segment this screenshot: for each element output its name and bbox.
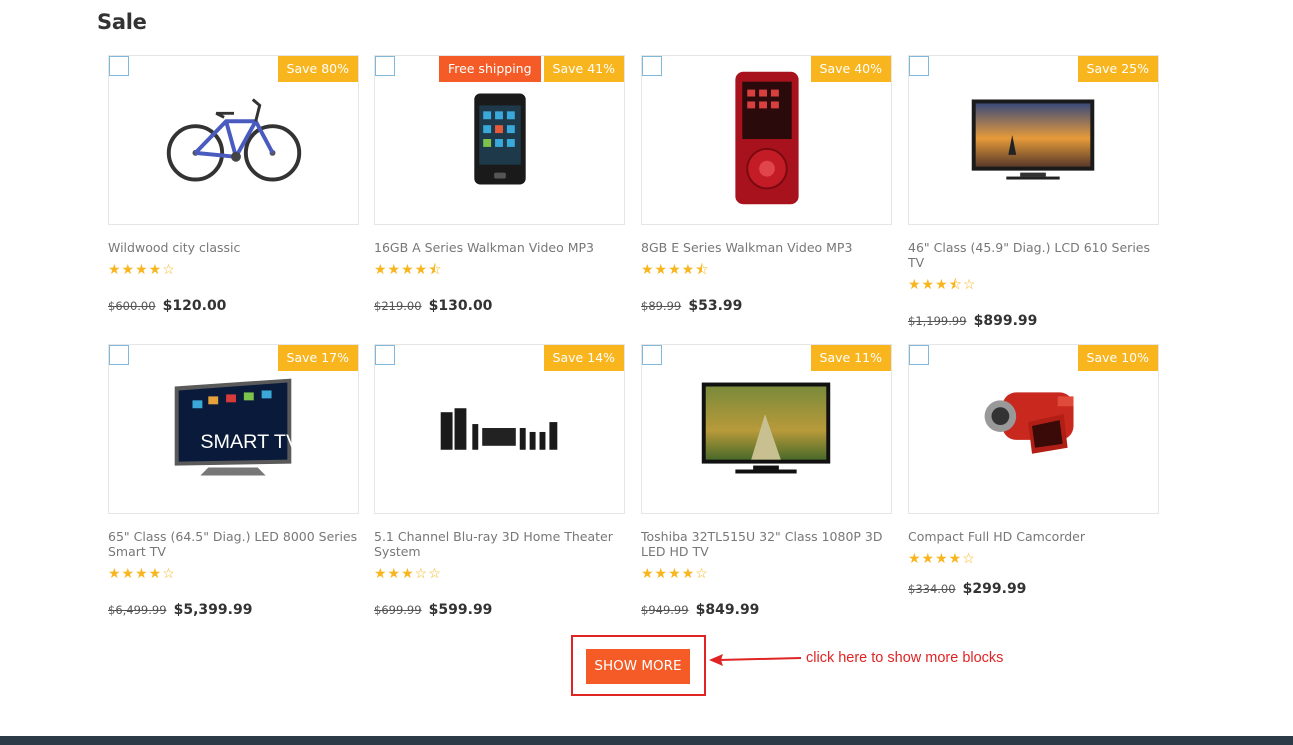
show-more-button[interactable]: SHOW MORE [586,649,690,684]
rating-stars: ★★★★⯪ [374,261,443,277]
old-price: $6,499.99 [108,603,167,617]
product-thumbnail[interactable]: Save 40% [641,55,892,225]
sale-price: $299.99 [962,581,1027,597]
save-badge: Save 41% [543,56,624,82]
sale-price: $120.00 [162,298,227,314]
sale-price: $53.99 [688,298,743,314]
sale-price: $899.99 [973,313,1038,329]
footer-bar [0,736,1293,745]
product-card[interactable]: Save 25% 46" Class (45.9" Diag.) LCD 610… [908,55,1159,329]
badges: Save 25% [1077,56,1158,82]
badges: Save 11% [810,345,891,371]
old-price: $1,199.99 [908,314,967,328]
price: $334.00 $299.99 [908,578,1159,597]
rating-stars: ★★★★☆ [108,565,176,581]
product-name[interactable]: Toshiba 32TL515U 32" Class 1080P 3D LED … [641,529,892,559]
product-thumbnail[interactable]: Save 10% [908,344,1159,514]
price: $6,499.99 $5,399.99 [108,599,359,618]
product-card[interactable]: Save 80% Wildwood city classic ★★★★☆ $60… [108,55,359,314]
old-price: $334.00 [908,582,956,596]
product-card[interactable]: Save 11% Toshiba 32TL515U 32" Class 1080… [641,344,892,618]
price: $89.99 $53.99 [641,295,892,314]
compare-checkbox[interactable] [642,56,662,76]
badges: Save 17% [277,345,358,371]
product-thumbnail[interactable]: SMART TV Save 17% [108,344,359,514]
badges: Save 40% [810,56,891,82]
sale-price: $130.00 [428,298,493,314]
save-badge: Save 80% [277,56,358,82]
rating-stars: ★★★☆☆ [374,565,442,581]
badges: Free shipping Save 41% [438,56,624,82]
free-shipping-badge: Free shipping [438,56,541,82]
section-title: Sale [97,10,147,34]
compare-checkbox[interactable] [375,56,395,76]
rating-stars: ★★★★☆ [908,550,976,566]
old-price: $219.00 [374,299,422,313]
save-badge: Save 14% [543,345,624,371]
save-badge: Save 25% [1077,56,1158,82]
price: $949.99 $849.99 [641,599,892,618]
badges: Save 80% [277,56,358,82]
annotation-text: click here to show more blocks [806,650,1004,666]
compare-checkbox[interactable] [909,345,929,365]
product-thumbnail[interactable]: Save 25% [908,55,1159,225]
save-badge: Save 17% [277,345,358,371]
sale-price: $599.99 [428,602,493,618]
product-card[interactable]: Free shipping Save 41% 16GB A Series Wal… [374,55,625,314]
rating-stars: ★★★⯪☆ [908,276,977,292]
price: $600.00 $120.00 [108,295,359,314]
product-thumbnail[interactable]: Save 11% [641,344,892,514]
arrow-left-icon [709,654,802,666]
product-thumbnail[interactable]: Save 14% [374,344,625,514]
rating-stars: ★★★★⯪ [641,261,710,277]
product-name[interactable]: 65" Class (64.5" Diag.) LED 8000 Series … [108,529,359,559]
svg-text:SMART TV: SMART TV [200,431,300,453]
product-card[interactable]: SMART TV Save 17% 65" Class (64.5" Diag.… [108,344,359,618]
save-badge: Save 11% [810,345,891,371]
product-name[interactable]: 46" Class (45.9" Diag.) LCD 610 Series T… [908,240,1159,270]
old-price: $600.00 [108,299,156,313]
rating-stars: ★★★★☆ [108,261,176,277]
price: $219.00 $130.00 [374,295,625,314]
old-price: $699.99 [374,603,422,617]
sale-price: $849.99 [695,602,760,618]
product-name[interactable]: 8GB E Series Walkman Video MP3 [641,240,892,255]
price: $699.99 $599.99 [374,599,625,618]
save-badge: Save 10% [1077,345,1158,371]
product-card[interactable]: Save 14% 5.1 Channel Blu-ray 3D Home The… [374,344,625,618]
product-name[interactable]: 5.1 Channel Blu-ray 3D Home Theater Syst… [374,529,625,559]
product-card[interactable]: Save 40% 8GB E Series Walkman Video MP3 … [641,55,892,314]
rating-stars: ★★★★☆ [641,565,709,581]
price: $1,199.99 $899.99 [908,310,1159,329]
compare-checkbox[interactable] [109,56,129,76]
compare-checkbox[interactable] [909,56,929,76]
old-price: $89.99 [641,299,682,313]
product-name[interactable]: Compact Full HD Camcorder [908,529,1159,544]
compare-checkbox[interactable] [375,345,395,365]
badges: Save 14% [543,345,624,371]
save-badge: Save 40% [810,56,891,82]
old-price: $949.99 [641,603,689,617]
product-card[interactable]: Save 10% Compact Full HD Camcorder ★★★★☆… [908,344,1159,597]
product-thumbnail[interactable]: Free shipping Save 41% [374,55,625,225]
product-name[interactable]: Wildwood city classic [108,240,359,255]
sale-price: $5,399.99 [173,602,253,618]
product-name[interactable]: 16GB A Series Walkman Video MP3 [374,240,625,255]
compare-checkbox[interactable] [642,345,662,365]
compare-checkbox[interactable] [109,345,129,365]
product-thumbnail[interactable]: Save 80% [108,55,359,225]
badges: Save 10% [1077,345,1158,371]
